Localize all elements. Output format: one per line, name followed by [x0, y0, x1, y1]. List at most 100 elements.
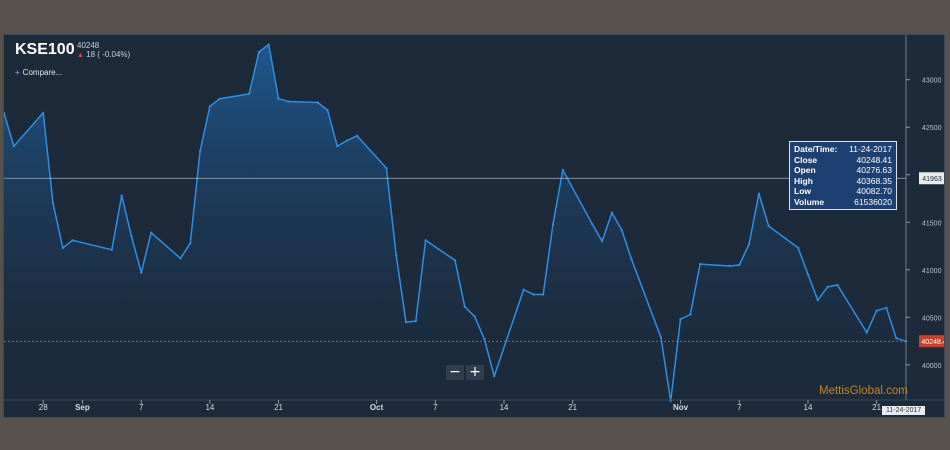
y-tick-label: 42500: [922, 125, 942, 132]
y-tick-label: 40000: [922, 363, 942, 370]
zoom-in-button[interactable]: +: [466, 365, 484, 380]
data-point: [767, 224, 770, 228]
data-point: [591, 223, 594, 226]
data-point: [895, 337, 898, 340]
data-point: [522, 288, 525, 291]
data-point: [610, 211, 614, 214]
data-point: [316, 101, 319, 104]
change-readout: ▲ 18 ( -0.04%): [77, 50, 130, 59]
compare-button[interactable]: + Compare...: [15, 68, 62, 77]
data-point: [532, 293, 535, 296]
data-point: [414, 319, 417, 323]
data-point: [385, 166, 388, 170]
data-point: [189, 242, 192, 245]
tooltip-value: 40276.63: [856, 165, 892, 175]
data-point: [424, 239, 427, 242]
tooltip-label: Close: [794, 154, 818, 165]
symbol-title: KSE100: [15, 41, 75, 58]
x-tick-label: 14: [205, 403, 214, 412]
data-point: [738, 263, 741, 267]
data-point: [198, 149, 202, 153]
tooltip-value: 40082.70: [856, 186, 892, 196]
data-point: [51, 202, 55, 205]
crosshair-value: 41963: [922, 176, 942, 183]
x-tick-label: 21: [872, 403, 881, 412]
data-point: [463, 305, 466, 308]
data-point: [336, 145, 339, 148]
data-point: [797, 246, 800, 250]
data-point: [326, 108, 329, 112]
compare-label: Compare...: [22, 68, 63, 77]
y-tick-label: 40500: [922, 315, 942, 322]
data-point: [395, 254, 398, 257]
x-tick-label: Nov: [673, 403, 689, 412]
data-point: [551, 223, 555, 226]
data-point: [698, 262, 702, 266]
price-chart[interactable]: 4000040500410004150042000425004300028Sep…: [4, 35, 944, 417]
y-tick-label: 43000: [922, 78, 942, 85]
data-point: [885, 306, 888, 309]
data-point: [218, 97, 221, 100]
tooltip-label: Volume: [794, 196, 825, 207]
data-point: [42, 111, 45, 115]
data-point: [757, 192, 761, 195]
data-point: [875, 309, 878, 312]
tooltip-label: Low: [794, 186, 811, 196]
data-point: [453, 259, 457, 262]
data-point: [110, 248, 114, 251]
tooltip-value: 40248.41: [856, 154, 892, 165]
data-point: [355, 134, 359, 137]
data-point: [542, 293, 545, 296]
chart-panel: 4000040500410004150042000425004300028Sep…: [3, 34, 945, 418]
data-point: [483, 338, 486, 341]
data-point: [247, 92, 251, 96]
data-point: [816, 299, 819, 302]
data-point: [659, 336, 663, 339]
plus-icon: +: [15, 68, 20, 77]
x-tick-label: 14: [804, 403, 813, 412]
data-point: [620, 228, 623, 232]
data-point: [61, 246, 64, 250]
x-tick-label: Oct: [370, 403, 384, 412]
tooltip-value: 40368.35: [856, 175, 892, 186]
data-point: [865, 331, 868, 334]
data-point: [806, 273, 810, 276]
data-point: [257, 50, 261, 54]
data-point: [689, 313, 692, 316]
x-tick-label: 14: [500, 403, 509, 412]
tooltip-label: High: [794, 175, 813, 186]
zoom-out-button[interactable]: −: [446, 365, 464, 380]
y-tick-label: 41500: [922, 220, 942, 227]
data-point: [600, 240, 604, 243]
last-value: 40248: [77, 41, 100, 50]
data-point: [747, 242, 751, 246]
data-point: [130, 235, 133, 238]
last-price-value: 40248.41: [921, 339, 944, 346]
data-point: [728, 264, 731, 268]
data-tooltip: Date/Time: 11-24-2017 Close 40248.41 Open 4…: [789, 141, 897, 210]
x-tick-label: 21: [274, 403, 283, 412]
data-point: [208, 105, 212, 108]
data-point: [277, 97, 280, 100]
date-badge: 11-24-2017: [882, 406, 926, 415]
change-value: 18 ( -0.04%): [86, 50, 131, 59]
x-tick-label: 7: [139, 403, 144, 412]
down-arrow-icon: ▲: [77, 52, 84, 59]
tooltip-label: Open: [794, 165, 816, 175]
tooltip-value: 11-24-2017: [849, 144, 892, 154]
data-point: [630, 258, 633, 261]
x-tick-label: 7: [737, 403, 742, 412]
data-point: [561, 168, 564, 172]
data-point: [120, 194, 123, 197]
data-point: [836, 283, 839, 287]
tooltip-value: 61536020: [854, 196, 892, 207]
area-fill: [4, 44, 906, 401]
tooltip-label: Date/Time:: [794, 144, 838, 154]
data-point: [473, 315, 476, 318]
data-point: [140, 271, 143, 274]
watermark: MettisGlobal.com: [819, 385, 908, 397]
data-point: [149, 231, 153, 234]
data-point: [826, 285, 829, 289]
data-point: [12, 145, 15, 148]
data-point: [287, 100, 290, 103]
